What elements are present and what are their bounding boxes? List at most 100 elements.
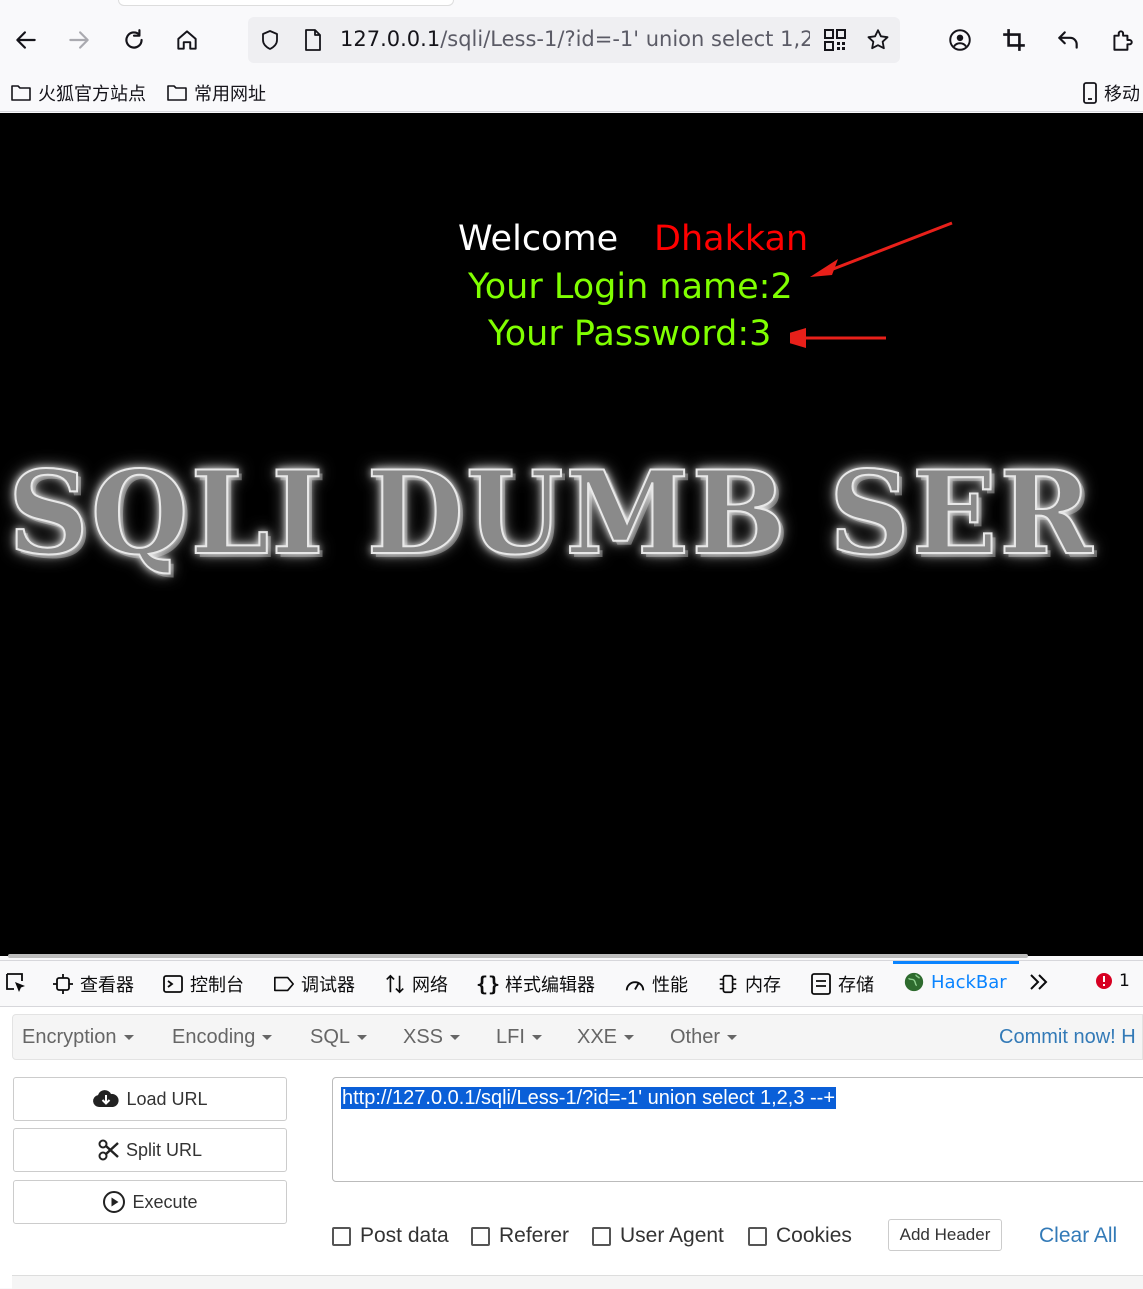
split-url-button[interactable]: Split URL xyxy=(13,1128,287,1172)
checkbox-box[interactable] xyxy=(332,1226,351,1246)
menu-other[interactable]: Other xyxy=(670,1026,738,1049)
welcome-text: Welcome xyxy=(458,219,619,259)
login-name-text: Your Login name:2 xyxy=(468,267,793,307)
double-chevron-icon xyxy=(1030,974,1048,990)
tab-label: 网络 xyxy=(412,975,448,996)
menu-lfi[interactable]: LFI xyxy=(496,1026,542,1049)
more-tabs-button[interactable] xyxy=(1028,971,1050,993)
tab-storage[interactable]: 存储 xyxy=(810,971,874,997)
bookmark-mobile[interactable]: 移动 xyxy=(1082,80,1140,106)
checkbox-label: User Agent xyxy=(620,1224,724,1247)
hackbar-panel: Encryption Encoding SQL XSS LFI XXE Othe… xyxy=(0,1008,1143,1289)
error-counter[interactable]: 1 xyxy=(1095,971,1130,991)
caret-down-icon xyxy=(727,1035,738,1041)
star-icon[interactable] xyxy=(865,27,891,53)
devtools-panel: 查看器 控制台 调试器 网络 {} 样式编辑器 性能 内存 存储 HackBar… xyxy=(0,960,1143,1289)
welcome-user: Dhakkan xyxy=(654,219,809,259)
active-tab[interactable] xyxy=(118,0,454,6)
horizontal-scrollbar[interactable] xyxy=(8,954,1028,958)
undo-icon xyxy=(1058,31,1078,49)
clear-all-link[interactable]: Clear All xyxy=(1039,1224,1117,1248)
crop-button[interactable] xyxy=(996,22,1032,58)
menu-sql[interactable]: SQL xyxy=(310,1026,368,1049)
account-icon xyxy=(949,29,971,51)
execute-button[interactable]: Execute xyxy=(13,1180,287,1224)
browser-toolbar: 127.0.0.1/sqli/Less-1/?id=-1' union sele… xyxy=(0,0,1143,72)
bookmark-common-sites[interactable]: 常用网址 xyxy=(166,80,266,106)
url-textarea[interactable]: http://127.0.0.1/sqli/Less-1/?id=-1' uni… xyxy=(332,1077,1143,1182)
checkbox-box[interactable] xyxy=(471,1226,490,1246)
bookmark-label: 移动 xyxy=(1104,84,1140,105)
extensions-button[interactable] xyxy=(1104,22,1140,58)
checkbox-box[interactable] xyxy=(592,1226,611,1246)
cloud-download-icon xyxy=(93,1090,120,1107)
element-picker-button[interactable] xyxy=(4,971,28,995)
url-bar[interactable]: 127.0.0.1/sqli/Less-1/?id=-1' union sele… xyxy=(248,17,900,63)
back-button[interactable] xyxy=(8,22,44,58)
cookies-checkbox[interactable]: Cookies xyxy=(748,1224,852,1248)
tab-console[interactable]: 控制台 xyxy=(162,971,244,997)
undo-button[interactable] xyxy=(1050,22,1086,58)
account-button[interactable] xyxy=(942,22,978,58)
add-header-button[interactable]: Add Header xyxy=(888,1219,1002,1251)
tab-label: 样式编辑器 xyxy=(505,975,595,996)
load-url-button[interactable]: Load URL xyxy=(13,1077,287,1121)
gauge-icon xyxy=(625,981,645,991)
tab-debugger[interactable]: 调试器 xyxy=(273,971,355,997)
reload-button[interactable] xyxy=(116,22,152,58)
bookmark-firefox-official[interactable]: 火狐官方站点 xyxy=(10,80,146,106)
button-label: Execute xyxy=(132,1191,198,1212)
page-icon[interactable] xyxy=(302,28,324,52)
tab-network[interactable]: 网络 xyxy=(384,971,448,997)
tab-style-editor[interactable]: {} 样式编辑器 xyxy=(476,971,595,997)
caret-down-icon xyxy=(531,1035,542,1041)
puzzle-icon xyxy=(1113,30,1133,51)
bookmark-label: 常用网址 xyxy=(194,84,266,105)
commit-now-link[interactable]: Commit now! H xyxy=(999,1026,1136,1049)
tab-hackbar[interactable]: HackBar xyxy=(903,971,1007,993)
url-path: /sqli/Less-1/?id=-1' union select 1,2,3 xyxy=(440,27,810,51)
tab-label: 存储 xyxy=(838,975,874,996)
hackbar-menu: Encryption Encoding SQL XSS LFI XXE Othe… xyxy=(12,1014,1143,1060)
tab-performance[interactable]: 性能 xyxy=(624,971,688,997)
memory-icon xyxy=(719,974,737,994)
bookmark-label: 火狐官方站点 xyxy=(38,84,146,105)
tab-label: 内存 xyxy=(745,975,781,996)
qr-code-icon[interactable] xyxy=(823,28,847,52)
url-text[interactable]: 127.0.0.1/sqli/Less-1/?id=-1' union sele… xyxy=(340,27,810,51)
referer-checkbox[interactable]: Referer xyxy=(471,1224,569,1248)
button-label: Split URL xyxy=(125,1139,203,1160)
caret-down-icon xyxy=(450,1035,461,1041)
menu-label: Other xyxy=(670,1026,721,1048)
inspector-icon xyxy=(53,974,73,994)
menu-encryption[interactable]: Encryption xyxy=(22,1026,134,1049)
menu-label: Encoding xyxy=(172,1026,256,1048)
network-icon xyxy=(386,974,404,994)
tab-memory[interactable]: 内存 xyxy=(717,971,781,997)
menu-xss[interactable]: XSS xyxy=(403,1026,461,1049)
url-selected-text: http://127.0.0.1/sqli/Less-1/?id=-1' uni… xyxy=(341,1087,837,1109)
shield-icon[interactable] xyxy=(258,28,282,52)
arrow-left-icon xyxy=(16,31,36,49)
post-data-checkbox[interactable]: Post data xyxy=(332,1224,449,1248)
debugger-icon xyxy=(274,976,294,992)
tab-inspector[interactable]: 查看器 xyxy=(52,971,134,997)
sqli-dumb-series-banner: SQLI DUMB SER xyxy=(7,446,1095,582)
caret-down-icon xyxy=(123,1035,134,1041)
caret-down-icon xyxy=(624,1035,635,1041)
menu-label: LFI xyxy=(496,1026,525,1048)
user-agent-checkbox[interactable]: User Agent xyxy=(592,1224,724,1248)
tab-label: 控制台 xyxy=(190,975,244,996)
menu-label: SQL xyxy=(310,1026,351,1048)
arrow-login xyxy=(827,221,953,273)
console-icon xyxy=(163,975,183,993)
error-icon xyxy=(1096,973,1112,989)
home-button[interactable] xyxy=(169,22,205,58)
caret-down-icon xyxy=(262,1035,273,1041)
checkbox-box[interactable] xyxy=(748,1226,767,1246)
checkbox-label: Post data xyxy=(360,1224,449,1247)
forward-button[interactable] xyxy=(61,22,97,58)
bookmarks-bar: 火狐官方站点 常用网址 移动 xyxy=(0,72,1143,112)
menu-encoding[interactable]: Encoding xyxy=(172,1026,273,1049)
menu-xxe[interactable]: XXE xyxy=(577,1026,635,1049)
